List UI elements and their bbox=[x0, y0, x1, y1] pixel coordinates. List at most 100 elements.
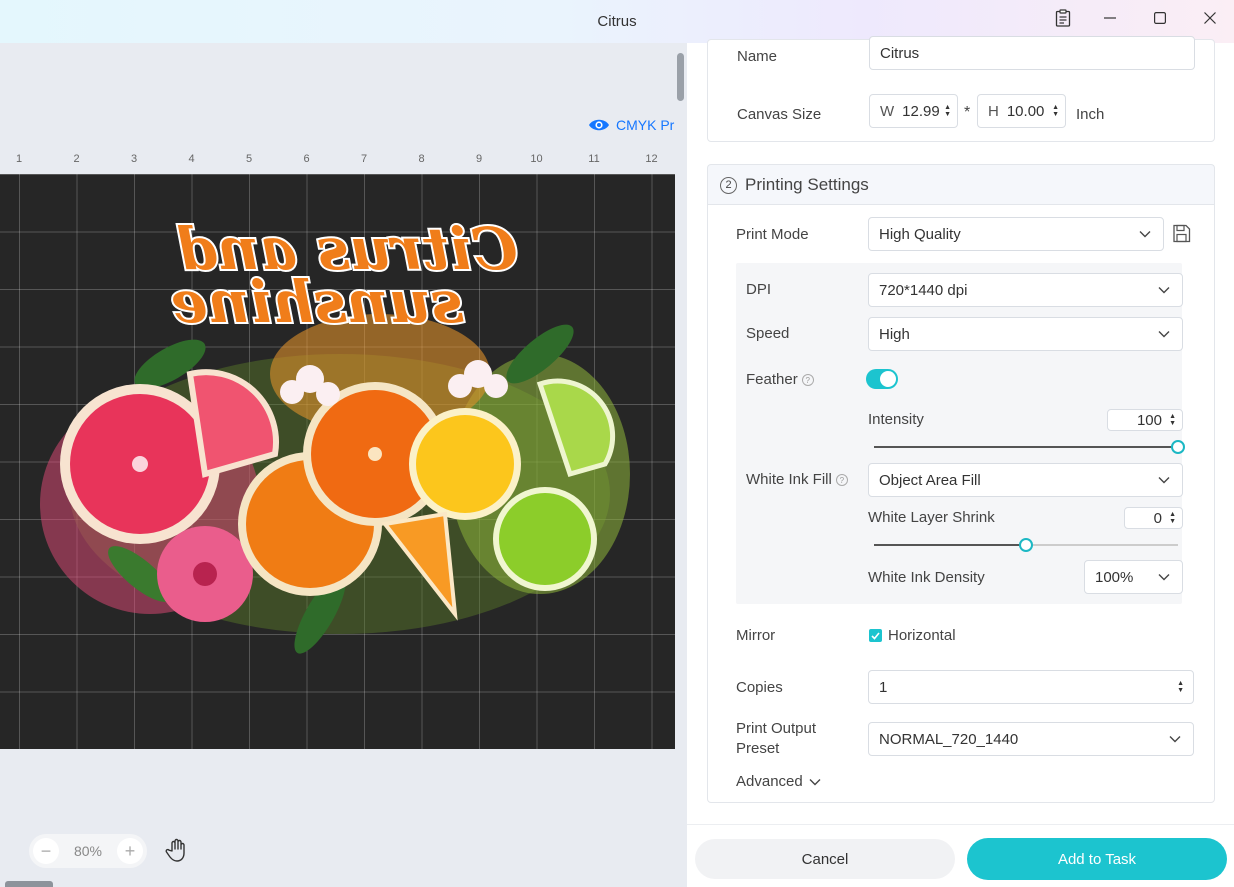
intensity-stepper[interactable]: ▲ ▼ bbox=[1169, 413, 1176, 427]
minimize-icon bbox=[1104, 17, 1116, 19]
clipboard-button[interactable] bbox=[1039, 0, 1087, 36]
artwork-title-line2: sunshine bbox=[171, 268, 465, 336]
intensity-slider-knob[interactable] bbox=[1171, 440, 1185, 454]
help-icon[interactable]: ? bbox=[801, 374, 814, 387]
zoom-in-button[interactable]: + bbox=[117, 838, 143, 864]
white-ink-fill-label: White Ink Fill? bbox=[746, 471, 848, 488]
clipboard-icon bbox=[1055, 9, 1071, 27]
mirror-horizontal-checkbox[interactable] bbox=[869, 629, 882, 642]
print-quality-subpanel: DPI 720*1440 dpi Speed High Feather? Int… bbox=[736, 263, 1185, 604]
settings-panel: Name Citrus Canvas Size W 12.99 ▲ ▼ * H 1… bbox=[687, 36, 1234, 887]
ruler-tick-label: 10 bbox=[530, 153, 543, 165]
white-ink-density-value: 100% bbox=[1095, 568, 1134, 586]
cancel-button[interactable]: Cancel bbox=[695, 839, 955, 879]
dpi-label: DPI bbox=[746, 281, 772, 298]
printing-settings-title: Printing Settings bbox=[745, 175, 869, 194]
pan-tool-button[interactable] bbox=[164, 836, 192, 867]
vertical-scrollbar[interactable] bbox=[675, 43, 687, 887]
maximize-icon bbox=[1154, 12, 1166, 24]
ruler-tick-label: 9 bbox=[475, 153, 483, 165]
name-label: Name bbox=[737, 48, 778, 65]
height-stepper[interactable]: ▲ ▼ bbox=[1052, 104, 1059, 118]
white-layer-shrink-stepper[interactable]: ▲ ▼ bbox=[1169, 511, 1176, 525]
dpi-select[interactable]: 720*1440 dpi bbox=[868, 273, 1183, 307]
chevron-down-icon bbox=[1169, 736, 1181, 743]
help-icon[interactable]: ? bbox=[835, 474, 848, 487]
canvas-settings-card: Name Citrus Canvas Size W 12.99 ▲ ▼ * H 1… bbox=[707, 36, 1215, 142]
speed-select[interactable]: High bbox=[868, 317, 1183, 351]
chevron-down-icon bbox=[1158, 477, 1170, 484]
speed-value: High bbox=[879, 325, 910, 343]
width-input[interactable]: W 12.99 ▲ ▼ bbox=[869, 94, 958, 128]
ruler-tick-label: 2 bbox=[73, 153, 80, 165]
close-button[interactable] bbox=[1186, 0, 1234, 36]
minus-icon: − bbox=[40, 840, 52, 861]
panel-footer: Cancel Add to Task bbox=[687, 824, 1234, 887]
ruler-tick-label: 11 bbox=[588, 153, 600, 165]
ruler-tick-label: 5 bbox=[245, 153, 253, 165]
mirror-label: Mirror bbox=[736, 627, 776, 644]
chevron-down-icon bbox=[1158, 574, 1170, 581]
white-ink-density-select[interactable]: 100% bbox=[1084, 560, 1183, 594]
white-layer-shrink-value: 0 bbox=[1153, 509, 1162, 527]
copies-input[interactable]: 1 ▲ ▼ bbox=[868, 670, 1194, 704]
width-stepper[interactable]: ▲ ▼ bbox=[944, 104, 951, 118]
output-preset-select[interactable]: NORMAL_720_1440 bbox=[868, 722, 1194, 756]
zoom-out-button[interactable]: − bbox=[33, 838, 59, 864]
mirror-horizontal-label[interactable]: Horizontal bbox=[888, 627, 956, 644]
output-preset-label-line1: Print Output bbox=[736, 720, 817, 737]
size-separator: * bbox=[964, 104, 971, 121]
minimize-button[interactable] bbox=[1086, 0, 1134, 36]
intensity-label: Intensity bbox=[868, 411, 924, 428]
print-mode-value: High Quality bbox=[879, 225, 961, 243]
chevron-down-icon bbox=[1158, 287, 1170, 294]
canvas-area[interactable]: CMYK Prev 1 2 3 4 5 6 7 8 9 10 11 12 Cit… bbox=[0, 43, 687, 887]
white-ink-fill-value: Object Area Fill bbox=[879, 471, 981, 489]
print-mode-label: Print Mode bbox=[736, 226, 809, 243]
white-ink-fill-label-text: White Ink Fill bbox=[746, 471, 832, 488]
chevron-down-icon bbox=[809, 778, 821, 785]
height-prefix: H bbox=[988, 102, 999, 120]
advanced-label: Advanced bbox=[736, 773, 803, 790]
width-prefix: W bbox=[880, 102, 895, 120]
feather-label-text: Feather bbox=[746, 371, 798, 388]
white-layer-shrink-input[interactable]: 0 ▲ ▼ bbox=[1124, 507, 1183, 529]
printing-settings-header[interactable]: 2 Printing Settings bbox=[707, 164, 1215, 205]
output-preset-value: NORMAL_720_1440 bbox=[879, 730, 1019, 748]
zoom-control: − 80% + bbox=[29, 834, 147, 868]
copies-value: 1 bbox=[879, 678, 888, 696]
white-layer-shrink-label: White Layer Shrink bbox=[868, 509, 995, 526]
floppy-disk-icon bbox=[1173, 224, 1191, 243]
intensity-slider-track[interactable] bbox=[874, 446, 1178, 448]
vertical-scroll-thumb[interactable] bbox=[677, 53, 684, 101]
dpi-value: 720*1440 dpi bbox=[879, 281, 968, 299]
ruler-tick-label: 4 bbox=[188, 153, 195, 165]
artboard[interactable]: Citrus and sunshine bbox=[0, 174, 687, 749]
citrus-artwork[interactable]: Citrus and sunshine bbox=[0, 174, 687, 749]
window-title: Citrus bbox=[597, 13, 637, 30]
white-layer-shrink-slider-knob[interactable] bbox=[1019, 538, 1033, 552]
section-number: 2 bbox=[720, 176, 737, 194]
copies-stepper[interactable]: ▲ ▼ bbox=[1177, 680, 1184, 694]
zoom-level: 80% bbox=[73, 843, 103, 859]
white-layer-shrink-slider-fill bbox=[874, 544, 1026, 546]
name-value: Citrus bbox=[880, 44, 920, 62]
advanced-toggle[interactable]: Advanced bbox=[736, 773, 821, 790]
cmyk-preview-toggle[interactable]: CMYK Prev bbox=[588, 117, 687, 133]
white-ink-fill-select[interactable]: Object Area Fill bbox=[868, 463, 1183, 497]
feather-toggle[interactable] bbox=[866, 369, 898, 389]
white-ink-density-label: White Ink Density bbox=[868, 569, 985, 586]
ruler-tick-label: 3 bbox=[130, 153, 138, 165]
hand-icon bbox=[165, 838, 185, 862]
add-to-task-button[interactable]: Add to Task bbox=[967, 838, 1227, 880]
print-mode-select[interactable]: High Quality bbox=[868, 217, 1164, 251]
intensity-input[interactable]: 100 ▲ ▼ bbox=[1107, 409, 1183, 431]
plus-icon: + bbox=[124, 840, 136, 861]
chevron-down-icon bbox=[1158, 331, 1170, 338]
maximize-button[interactable] bbox=[1136, 0, 1184, 36]
chevron-down-icon bbox=[1139, 231, 1151, 238]
height-input[interactable]: H 10.00 ▲ ▼ bbox=[977, 94, 1066, 128]
horizontal-scroll-thumb[interactable] bbox=[5, 881, 53, 887]
name-input[interactable]: Citrus bbox=[869, 36, 1195, 70]
save-preset-button[interactable] bbox=[1172, 224, 1191, 246]
